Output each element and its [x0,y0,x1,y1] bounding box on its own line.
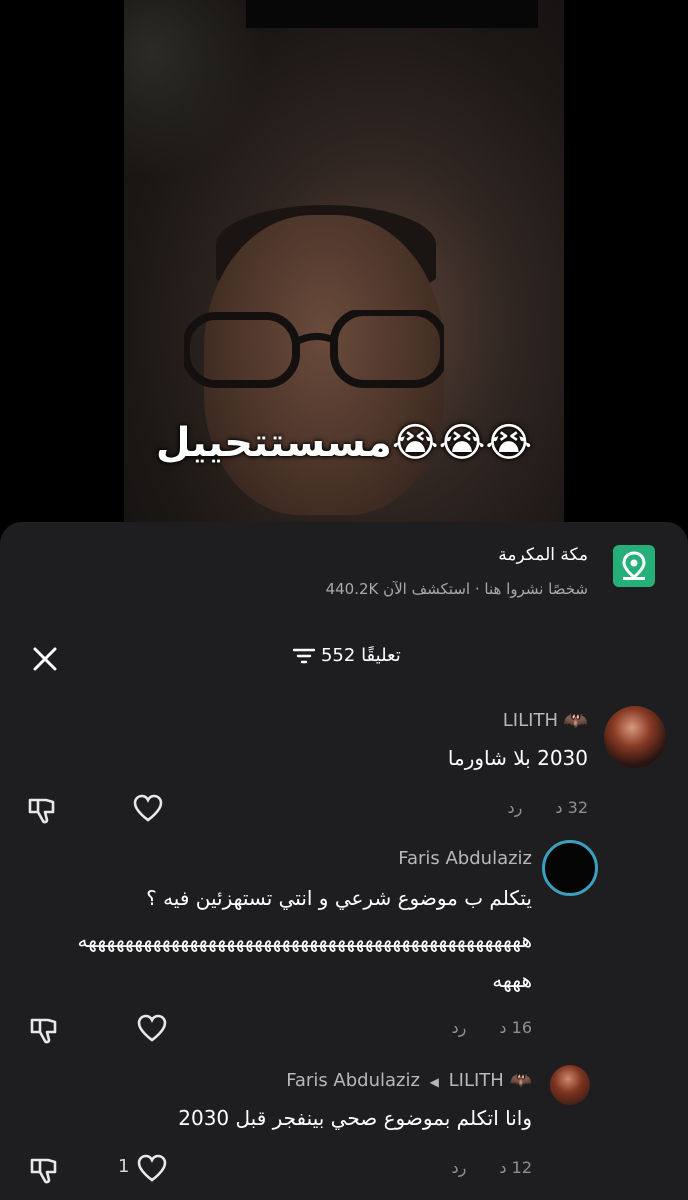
comment-text: يتكلم ب موضوع شرعي و انتي تستهزئين فيه ؟ [146,886,532,910]
comment-time: 16 د [499,1018,532,1037]
heart-icon[interactable] [136,1014,168,1042]
location-title[interactable]: مكة المكرمة [498,545,588,565]
dislike-icon[interactable] [28,1016,60,1044]
bat-emoji-icon: 🦇 [509,1070,532,1091]
dislike-icon[interactable] [26,796,58,824]
comment-time: 12 د [499,1158,532,1177]
comment-text: 2030 بلا شاورما [447,746,588,770]
avatar[interactable] [550,1065,590,1105]
bat-emoji-icon: 🦇 [563,708,588,732]
comment-username[interactable]: Faris Abdulaziz [286,1070,420,1091]
video-background [124,0,264,180]
comment-count-header: 552 تعليقًا [0,645,688,666]
heart-icon[interactable] [136,1154,168,1182]
comment-username[interactable]: LILITH [503,710,558,731]
dislike-icon[interactable] [28,1156,60,1184]
comment-meta: 16 د رد [451,1018,532,1037]
comment-meta: 12 د رد [451,1158,532,1177]
comment-time: 32 د [555,798,588,817]
video-top-bar [246,0,538,28]
like-count: 1 [118,1156,130,1177]
heart-icon[interactable] [132,794,164,822]
comment-text-line2: هههههههههههههههههههههههههههههههههههههههه… [77,928,532,952]
reply-arrow-icon: ◀ [429,1075,439,1089]
video-caption-overlay: مسستتحييل😭😭😭 [155,420,533,466]
reply-to-username[interactable]: LILITH [449,1070,504,1091]
reply-button[interactable]: رد [451,1158,466,1177]
filter-icon[interactable] [293,647,316,665]
reply-button[interactable]: رد [507,798,522,817]
comment-text: وانا اتكلم بموضوع صحي بينفجر قبل 2030 [178,1106,532,1130]
comment-meta: 32 د رد [507,798,588,817]
location-pin-icon[interactable] [613,545,655,587]
glasses-graphic [184,310,444,388]
comment-text-line3: هههه [492,968,532,992]
comment-count-label: 552 تعليقًا [320,645,401,666]
avatar[interactable] [542,840,598,896]
reply-button[interactable]: رد [451,1018,466,1037]
avatar[interactable] [604,706,666,768]
location-subtitle[interactable]: شخصًا نشروا هنا · استكشف الآن 440.2K [326,580,588,598]
comment-username[interactable]: Faris Abdulaziz [398,848,532,869]
video-player[interactable] [124,0,564,560]
reply-header: Faris Abdulaziz ◀ LILITH 🦇 [286,1070,532,1091]
